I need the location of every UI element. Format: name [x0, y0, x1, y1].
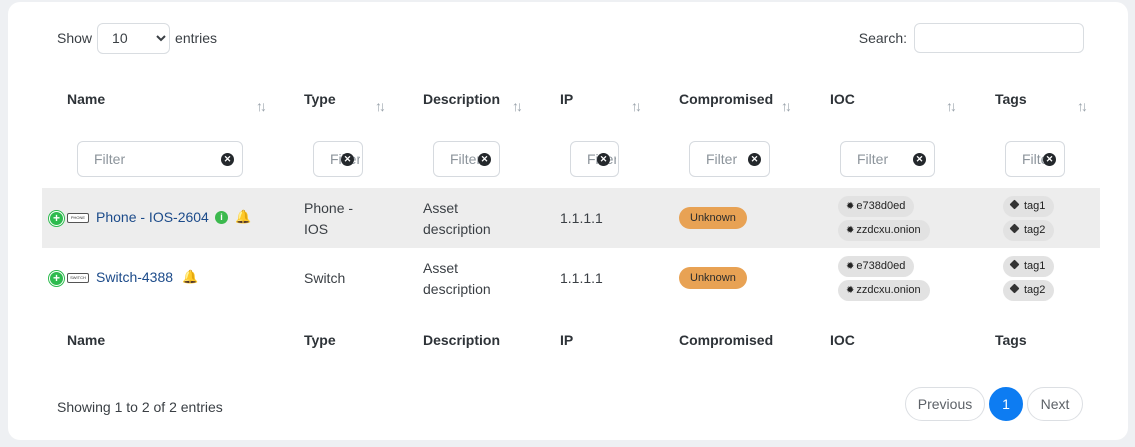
filter-input[interactable] [78, 142, 242, 176]
table-controls: Show 10 entries Search: [57, 22, 1084, 54]
asset-name-link[interactable]: Switch-4388 [96, 269, 173, 285]
sort-icon[interactable]: ↑↓ [512, 98, 523, 114]
footer-header-description: Description [423, 332, 501, 348]
footer-header-type: Type [304, 332, 336, 348]
bell-icon[interactable]: 🔔 [235, 209, 251, 225]
search-label: Search: [858, 30, 907, 46]
asset-description: Asset description [423, 260, 491, 297]
column-header-ioc[interactable]: IOC [830, 91, 855, 107]
next-page-button[interactable]: Next [1027, 387, 1083, 421]
sort-icon[interactable]: ↑↓ [256, 98, 267, 114]
ioc-chip[interactable]: ✹ e738d0ed [838, 196, 915, 217]
filter-input[interactable] [571, 142, 618, 176]
filter-ip: ✕ [570, 141, 619, 177]
entries-label: entries [175, 30, 218, 46]
show-label: Show [57, 30, 93, 46]
tag-chip[interactable]: tag2 [1003, 280, 1055, 301]
compromised-status-badge: Unknown [679, 267, 747, 289]
filter-compromised: ✕ [689, 141, 770, 177]
tag-icon [1009, 259, 1020, 270]
tag-icon [1009, 199, 1020, 210]
tag-chip[interactable]: tag1 [1003, 256, 1055, 277]
tag-chip[interactable]: tag2 [1003, 220, 1055, 241]
sort-icon[interactable]: ↑↓ [631, 98, 642, 114]
column-header-type[interactable]: Type [304, 91, 336, 107]
gear-icon: ✹ [846, 285, 855, 296]
expand-row-icon[interactable]: + [49, 271, 64, 286]
clear-filter-icon[interactable]: ✕ [341, 153, 354, 166]
footer-header-ip: IP [560, 332, 574, 348]
clear-filter-icon[interactable]: ✕ [1043, 153, 1056, 166]
footer-header-ioc: IOC [830, 332, 855, 348]
asset-description: Asset description [423, 200, 491, 237]
search-box: Search: [859, 22, 1084, 54]
column-header-tags[interactable]: Tags [995, 91, 1027, 107]
gear-icon: ✹ [846, 201, 855, 212]
asset-ip: 1.1.1.1 [560, 210, 603, 226]
sort-icon[interactable]: ↑↓ [375, 98, 386, 114]
asset-type: Switch [304, 270, 346, 286]
asset-ip: 1.1.1.1 [560, 270, 603, 286]
info-icon[interactable]: i [215, 211, 228, 224]
expand-row-icon[interactable]: + [49, 211, 64, 226]
filter-input[interactable] [314, 142, 362, 176]
compromised-status-badge: Unknown [679, 207, 747, 229]
length-menu: Show 10 entries [57, 22, 217, 54]
asset-name-link[interactable]: Phone - IOS-2604 [96, 209, 209, 225]
previous-page-button[interactable]: Previous [905, 387, 985, 421]
ioc-chip[interactable]: ✹ zzdcxu.onion [838, 220, 930, 241]
column-header-ip[interactable]: IP [560, 91, 573, 107]
ioc-chip[interactable]: ✹ e738d0ed [838, 256, 915, 277]
phone-device-icon: PHONE [67, 213, 89, 223]
assets-table-card: Show 10 entries Search: Name ↑↓ Type ↑↓ … [8, 2, 1128, 440]
clear-filter-icon[interactable]: ✕ [221, 153, 234, 166]
table-row: + PHONE Phone - IOS-2604 i 🔔 Phone - IOS… [42, 188, 1100, 248]
clear-filter-icon[interactable]: ✕ [748, 153, 761, 166]
filter-tags: ✕ [1005, 141, 1065, 177]
filter-type: ✕ [313, 141, 363, 177]
tag-icon [1009, 283, 1020, 294]
switch-device-icon: SWITCH [67, 273, 89, 283]
filter-description: ✕ [433, 141, 500, 177]
table-summary: Showing 1 to 2 of 2 entries [57, 399, 223, 415]
clear-filter-icon[interactable]: ✕ [478, 153, 491, 166]
sort-icon[interactable]: ↑↓ [1077, 98, 1088, 114]
tag-chip[interactable]: tag1 [1003, 196, 1055, 217]
gear-icon: ✹ [846, 261, 855, 272]
entries-select[interactable]: 10 [97, 22, 171, 54]
bell-icon[interactable]: 🔔 [182, 269, 198, 285]
column-header-description[interactable]: Description [423, 91, 500, 107]
table-row: + SWITCH Switch-4388 🔔 Switch Asset desc… [42, 248, 1100, 308]
clear-filter-icon[interactable]: ✕ [913, 153, 926, 166]
search-input[interactable] [914, 23, 1084, 53]
asset-type: Phone - IOS [304, 200, 354, 237]
footer-header-compromised: Compromised [679, 332, 774, 348]
sort-icon[interactable]: ↑↓ [946, 98, 957, 114]
page-1-button[interactable]: 1 [989, 387, 1023, 421]
filter-ioc: ✕ [840, 141, 935, 177]
clear-filter-icon[interactable]: ✕ [597, 153, 610, 166]
gear-icon: ✹ [846, 225, 855, 236]
tag-icon [1009, 223, 1020, 234]
footer-header-name: Name [67, 332, 106, 348]
filter-name: ✕ [77, 141, 243, 177]
sort-icon[interactable]: ↑↓ [781, 98, 792, 114]
column-header-compromised[interactable]: Compromised [679, 91, 773, 107]
ioc-chip[interactable]: ✹ zzdcxu.onion [838, 280, 930, 301]
footer-header-tags: Tags [995, 332, 1027, 348]
column-header-name[interactable]: Name [67, 91, 105, 107]
